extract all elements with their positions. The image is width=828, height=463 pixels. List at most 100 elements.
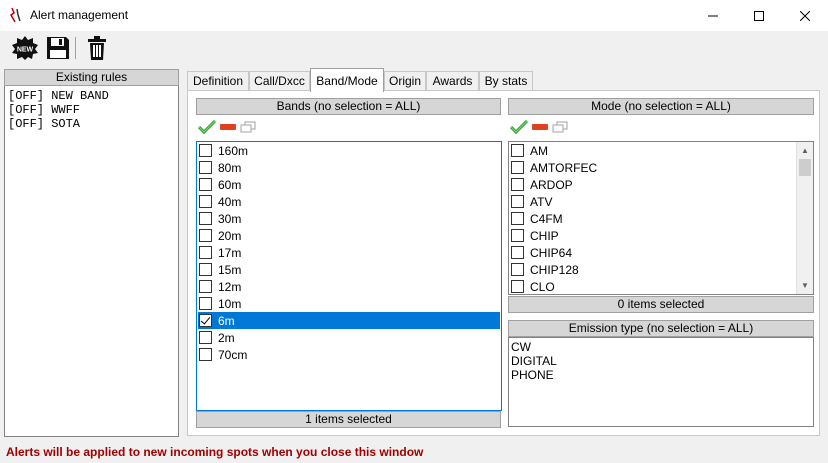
band-item-10m[interactable]: 10m xyxy=(198,295,500,312)
trash-icon xyxy=(88,36,106,60)
select-all-check-icon[interactable] xyxy=(510,120,528,134)
mode-item-ardop[interactable]: ARDOP xyxy=(510,176,573,193)
clear-selection-minus-icon[interactable] xyxy=(532,123,548,131)
band-label: 17m xyxy=(218,245,242,260)
new-badge-icon: NEW xyxy=(12,36,38,60)
band-label: 6m xyxy=(218,313,235,328)
svg-text:NEW: NEW xyxy=(17,47,34,54)
mode-label: ARDOP xyxy=(530,177,573,192)
checkbox[interactable] xyxy=(199,195,212,208)
band-item-12m[interactable]: 12m xyxy=(198,278,500,295)
emission-item[interactable]: DIGITAL xyxy=(511,354,557,368)
tab-definition[interactable]: Definition xyxy=(187,71,249,91)
tab-band-mode[interactable]: Band/Mode xyxy=(310,68,384,92)
invert-selection-copy-icon[interactable] xyxy=(240,121,256,133)
delete-button[interactable] xyxy=(82,34,112,62)
checkbox-checked[interactable] xyxy=(199,314,212,327)
checkbox[interactable] xyxy=(511,195,524,208)
checkbox[interactable] xyxy=(511,178,524,191)
checkbox[interactable] xyxy=(199,297,212,310)
mode-scrollbar[interactable]: ▲ ▼ xyxy=(796,142,813,294)
clear-selection-minus-icon[interactable] xyxy=(220,123,236,131)
bands-list[interactable]: 160m 80m 60m 40m 30m 20m 17m 15m 12m 10m… xyxy=(196,141,502,411)
checkbox[interactable] xyxy=(511,212,524,225)
checkbox[interactable] xyxy=(199,212,212,225)
band-label: 10m xyxy=(218,296,242,311)
mode-list[interactable]: AM AMTORFEC ARDOP ATV C4FM CHIP CHIP64 C… xyxy=(508,141,814,295)
title-bar: Alert management xyxy=(0,0,828,31)
mode-item-chip64[interactable]: CHIP64 xyxy=(510,244,572,261)
band-item-20m[interactable]: 20m xyxy=(198,227,500,244)
checkbox[interactable] xyxy=(511,229,524,242)
checkbox[interactable] xyxy=(199,178,212,191)
tab-awards[interactable]: Awards xyxy=(426,71,479,91)
band-item-17m[interactable]: 17m xyxy=(198,244,500,261)
mode-label: C4FM xyxy=(530,211,563,226)
mode-label: ATV xyxy=(530,194,553,209)
checkbox[interactable] xyxy=(199,161,212,174)
band-item-30m[interactable]: 30m xyxy=(198,210,500,227)
checkbox[interactable] xyxy=(511,263,524,276)
tab-by-stats[interactable]: By stats xyxy=(479,71,533,91)
invert-selection-copy-icon[interactable] xyxy=(552,121,568,133)
select-all-check-icon[interactable] xyxy=(198,120,216,134)
checkbox[interactable] xyxy=(199,246,212,259)
scroll-down-arrow-icon[interactable]: ▼ xyxy=(797,277,813,294)
minimize-button[interactable] xyxy=(690,0,736,31)
band-item-70cm[interactable]: 70cm xyxy=(198,346,500,363)
checkbox[interactable] xyxy=(511,144,524,157)
mode-item-chip[interactable]: CHIP xyxy=(510,227,559,244)
floppy-disk-icon xyxy=(47,37,69,59)
rule-item[interactable]: [OFF] WWFF xyxy=(8,103,109,117)
band-label: 60m xyxy=(218,177,242,192)
emission-item[interactable]: CW xyxy=(511,340,557,354)
mode-item-c4fm[interactable]: C4FM xyxy=(510,210,563,227)
toolbar-separator xyxy=(75,37,76,59)
band-item-160m[interactable]: 160m xyxy=(198,142,500,159)
checkbox[interactable] xyxy=(199,229,212,242)
tab-call-dxcc[interactable]: Call/Dxcc xyxy=(249,71,310,91)
bands-selection-count: 1 items selected xyxy=(196,411,501,428)
scroll-up-arrow-icon[interactable]: ▲ xyxy=(797,142,813,159)
band-item-40m[interactable]: 40m xyxy=(198,193,500,210)
mode-label: CHIP128 xyxy=(530,262,579,277)
rule-item[interactable]: [OFF] NEW BAND xyxy=(8,89,109,103)
rules-list[interactable]: [OFF] NEW BAND [OFF] WWFF [OFF] SOTA xyxy=(8,89,109,131)
checkbox[interactable] xyxy=(199,348,212,361)
checkbox[interactable] xyxy=(199,263,212,276)
mode-item-clo[interactable]: CLO xyxy=(510,278,555,294)
checkbox[interactable] xyxy=(199,144,212,157)
mode-item-chip128[interactable]: CHIP128 xyxy=(510,261,579,278)
new-rule-button[interactable]: NEW xyxy=(10,34,40,62)
mode-item-amtorfec[interactable]: AMTORFEC xyxy=(510,159,597,176)
emission-item[interactable]: PHONE xyxy=(511,368,557,382)
mode-selection-count: 0 items selected xyxy=(508,296,814,313)
band-label: 80m xyxy=(218,160,242,175)
mode-label: AMTORFEC xyxy=(530,160,598,175)
mode-label: CHIP64 xyxy=(530,245,573,260)
band-item-60m[interactable]: 60m xyxy=(198,176,500,193)
band-label: 20m xyxy=(218,228,242,243)
band-item-6m[interactable]: 6m xyxy=(198,312,500,329)
mode-item-am[interactable]: AM xyxy=(510,142,548,159)
checkbox[interactable] xyxy=(511,280,524,293)
checkbox[interactable] xyxy=(511,246,524,259)
band-label: 12m xyxy=(218,279,242,294)
mode-label: CHIP xyxy=(530,228,559,243)
maximize-button[interactable] xyxy=(736,0,782,31)
tab-origin[interactable]: Origin xyxy=(384,71,426,91)
checkbox[interactable] xyxy=(199,331,212,344)
close-button[interactable] xyxy=(782,0,828,31)
band-item-2m[interactable]: 2m xyxy=(198,329,500,346)
bands-tools xyxy=(198,120,256,134)
band-item-15m[interactable]: 15m xyxy=(198,261,500,278)
checkbox[interactable] xyxy=(511,161,524,174)
emission-type-list[interactable]: CW DIGITAL PHONE xyxy=(508,337,814,427)
band-label: 70cm xyxy=(218,347,248,362)
rule-item[interactable]: [OFF] SOTA xyxy=(8,117,109,131)
band-item-80m[interactable]: 80m xyxy=(198,159,500,176)
scroll-thumb[interactable] xyxy=(799,159,811,176)
save-button[interactable] xyxy=(43,34,73,62)
mode-item-atv[interactable]: ATV xyxy=(510,193,552,210)
checkbox[interactable] xyxy=(199,280,212,293)
